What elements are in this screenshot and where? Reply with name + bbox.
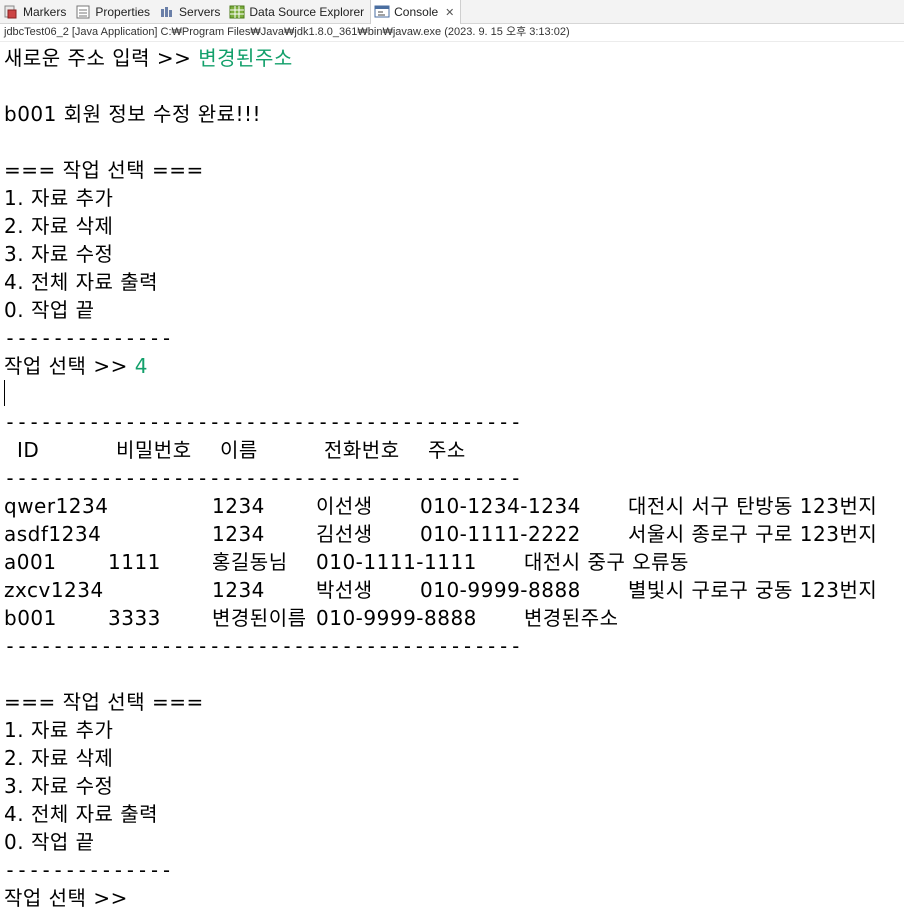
menu-item: 2. 자료 삭제	[4, 214, 114, 238]
divider: --------------	[4, 858, 173, 882]
user-input-text: 4	[134, 354, 148, 378]
prompt-text: 작업 선택 >>	[4, 354, 135, 378]
menu-item: 3. 자료 수정	[4, 774, 114, 798]
tab-data-source-explorer[interactable]: Data Source Explorer	[226, 0, 370, 23]
cell-phone: 010-1111-1111	[316, 550, 477, 574]
close-icon[interactable]: ✕	[445, 6, 454, 19]
header-password: 비밀번호	[116, 438, 192, 462]
menu-item: 4. 전체 자료 출력	[4, 802, 159, 826]
cell-password: 1234	[212, 522, 265, 546]
console-line: 작업 선택 >> 4	[4, 352, 148, 380]
cell-id: a001	[4, 550, 57, 574]
cell-address: 서울시 종로구 구로 123번지	[628, 522, 878, 546]
cell-address: 변경된주소	[524, 606, 619, 630]
console-output[interactable]: 새로운 주소 입력 >> 변경된주소 b001 회원 정보 수정 완료!!! =…	[0, 43, 904, 917]
prompt-text: 작업 선택 >>	[4, 886, 135, 910]
cell-id: b001	[4, 606, 57, 630]
tab-label: Console	[394, 5, 439, 19]
menu-item: 2. 자료 삭제	[4, 746, 114, 770]
table-row: asdf1234 1234 김선생 010-1111-2222 서울시 종로구 …	[4, 520, 884, 548]
cell-password: 1111	[108, 550, 161, 574]
markers-icon	[3, 4, 19, 20]
cell-phone: 010-1111-2222	[420, 522, 581, 546]
table-rule: ----------------------------------------…	[4, 466, 522, 490]
cell-address: 대전시 서구 탄방동 123번지	[628, 494, 878, 518]
properties-icon	[75, 4, 91, 20]
table-row: zxcv1234 1234 박선생 010-9999-8888 별빛시 구로구 …	[4, 576, 884, 604]
view-tab-bar: Markers Properties Servers Data Source E…	[0, 0, 904, 24]
tab-label: Markers	[23, 4, 67, 19]
text-caret	[4, 380, 5, 406]
cell-name: 김선생	[316, 522, 373, 546]
cell-password: 3333	[108, 606, 161, 630]
servers-icon	[159, 4, 175, 20]
table-row: a001 1111 홍길동님 010-1111-1111 대전시 중구 오류동	[4, 548, 884, 576]
cell-name: 박선생	[316, 578, 373, 602]
menu-item: 4. 전체 자료 출력	[4, 270, 159, 294]
cell-phone: 010-1234-1234	[420, 494, 581, 518]
divider: --------------	[4, 326, 173, 350]
cell-name: 이선생	[316, 494, 373, 518]
cell-address: 대전시 중구 오류동	[524, 550, 689, 574]
table-rule: ----------------------------------------…	[4, 410, 522, 434]
menu-item: 0. 작업 끝	[4, 298, 95, 322]
menu-item: 3. 자료 수정	[4, 242, 114, 266]
tab-properties[interactable]: Properties	[72, 0, 156, 23]
console-launch-description: jdbcTest06_2 [Java Application] C:₩Progr…	[0, 24, 904, 42]
tab-servers[interactable]: Servers	[156, 0, 226, 23]
menu-title: === 작업 선택 ===	[4, 690, 204, 714]
header-address: 주소	[428, 438, 466, 462]
tab-label: Properties	[95, 4, 151, 19]
cell-id: zxcv1234	[4, 578, 104, 602]
cell-id: asdf1234	[4, 522, 102, 546]
cell-phone: 010-9999-8888	[316, 606, 477, 630]
table-rule: ----------------------------------------…	[4, 634, 522, 658]
tab-label: Data Source Explorer	[249, 4, 365, 19]
menu-item: 0. 작업 끝	[4, 830, 95, 854]
header-phone: 전화번호	[324, 438, 400, 462]
table-header: ID 비밀번호 이름 전화번호 주소	[4, 436, 884, 464]
user-input-text: 변경된주소	[198, 46, 293, 70]
header-id: ID	[17, 438, 40, 462]
cell-password: 1234	[212, 494, 265, 518]
tab-console[interactable]: Console ✕	[370, 0, 462, 24]
menu-title: === 작업 선택 ===	[4, 158, 204, 182]
tab-label: Servers	[179, 4, 221, 19]
cell-address: 별빛시 구로구 궁동 123번지	[628, 578, 878, 602]
console-line: b001 회원 정보 수정 완료!!!	[4, 102, 262, 126]
menu-item: 1. 자료 추가	[4, 718, 114, 742]
cell-name: 홍길동님	[212, 550, 288, 574]
menu-item: 1. 자료 추가	[4, 186, 114, 210]
cell-id: qwer1234	[4, 494, 109, 518]
prompt-text: 새로운 주소 입력 >>	[4, 46, 199, 70]
console-icon	[374, 4, 390, 20]
table-row: qwer1234 1234 이선생 010-1234-1234 대전시 서구 탄…	[4, 492, 884, 520]
cell-name: 변경된이름	[212, 606, 307, 630]
header-name: 이름	[220, 438, 258, 462]
table-row: b001 3333 변경된이름 010-9999-8888 변경된주소	[4, 604, 884, 632]
cell-password: 1234	[212, 578, 265, 602]
console-line: 새로운 주소 입력 >> 변경된주소	[4, 44, 293, 72]
data-source-explorer-icon	[229, 4, 245, 20]
tab-markers[interactable]: Markers	[0, 0, 72, 23]
cell-phone: 010-9999-8888	[420, 578, 581, 602]
